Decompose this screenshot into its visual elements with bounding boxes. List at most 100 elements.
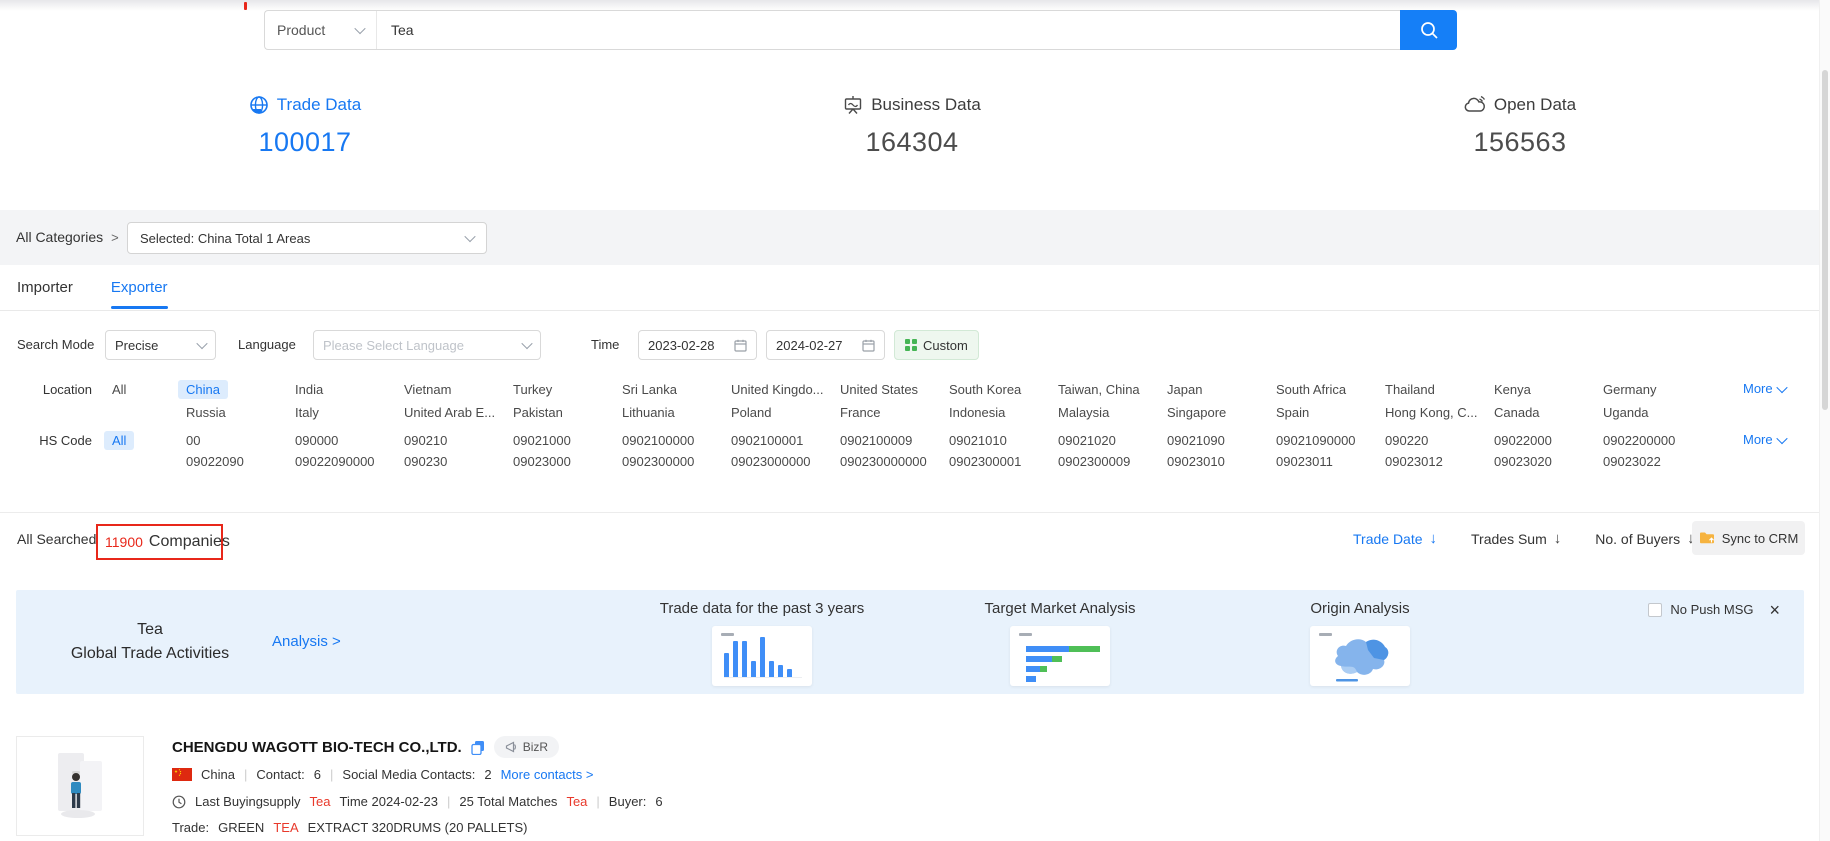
location-option[interactable]: Kenya [1494, 382, 1531, 399]
analysis-banner: Tea Global Trade Activities Analysis > T… [16, 590, 1804, 694]
tabs-divider [0, 310, 1830, 311]
hs-code-option[interactable]: 09022090 [186, 454, 244, 469]
close-icon[interactable]: × [1769, 603, 1780, 617]
sort-button[interactable]: Trades Sum ↓ [1471, 530, 1561, 547]
location-option[interactable]: Hong Kong, C... [1385, 405, 1478, 420]
location-option[interactable]: United Kingdo... [731, 382, 824, 399]
location-option[interactable]: Lithuania [622, 405, 675, 420]
hs-code-option[interactable]: 0902100001 [731, 433, 803, 448]
hs-code-option[interactable]: 09022090000 [295, 454, 375, 469]
location-option[interactable]: Japan [1167, 382, 1202, 399]
location-option[interactable]: Canada [1494, 405, 1540, 420]
result-count-annotation: 11900 Companies [96, 524, 223, 560]
location-option[interactable]: Russia [186, 405, 226, 420]
location-option[interactable]: Pakistan [513, 405, 563, 420]
hs-code-option[interactable]: 09021020 [1058, 433, 1116, 448]
location-all-option[interactable]: All [112, 382, 126, 397]
language-select[interactable]: Please Select Language [313, 330, 541, 360]
hs-code-option[interactable]: 090220 [1385, 433, 1428, 448]
date-from-input[interactable]: 2023-02-28 [638, 330, 757, 360]
location-option[interactable]: India [295, 382, 323, 399]
hs-code-option[interactable]: 0902300001 [949, 454, 1021, 469]
tab[interactable]: Exporter [111, 279, 168, 309]
bizr-badge[interactable]: BizR [494, 736, 559, 758]
search-mode-select[interactable]: Precise [105, 330, 216, 360]
search-input[interactable] [377, 22, 1400, 38]
location-option[interactable]: Singapore [1167, 405, 1226, 420]
chevron-right-icon: > [111, 230, 119, 245]
no-push-checkbox[interactable] [1648, 603, 1662, 617]
hs-code-option[interactable]: 0902100009 [840, 433, 912, 448]
all-categories-button[interactable]: All Categories > [16, 229, 119, 245]
search-button[interactable] [1400, 10, 1457, 50]
location-option[interactable]: Spain [1276, 405, 1309, 420]
hs-code-option[interactable]: 090210 [404, 433, 447, 448]
hs-code-option[interactable]: 00 [186, 433, 200, 448]
hs-code-option[interactable]: 090230000000 [840, 454, 927, 469]
stat-business-data[interactable]: Business Data 164304 [782, 95, 1042, 158]
hs-code-option[interactable]: 09022000 [1494, 433, 1552, 448]
hs-code-option[interactable]: 09023020 [1494, 454, 1552, 469]
company-name[interactable]: CHENGDU WAGOTT BIO-TECH CO.,LTD. [172, 739, 462, 756]
location-option[interactable]: Uganda [1603, 405, 1649, 420]
scrollbar-thumb[interactable] [1822, 70, 1828, 410]
location-option[interactable]: Thailand [1385, 382, 1435, 399]
hs-code-all-option[interactable]: All [104, 431, 134, 450]
hs-code-option[interactable]: 090000 [295, 433, 338, 448]
hs-code-option[interactable]: 09023022 [1603, 454, 1661, 469]
trade-label: Trade: [172, 820, 209, 835]
location-option[interactable]: United Arab E... [404, 405, 495, 420]
sort-button[interactable]: Trade Date ↓ [1353, 530, 1437, 547]
cloud-icon [1464, 95, 1486, 115]
location-option[interactable]: Indonesia [949, 405, 1005, 420]
location-option[interactable]: South Korea [949, 382, 1021, 399]
location-option[interactable]: South Africa [1276, 382, 1346, 399]
hs-code-option[interactable]: 09023012 [1385, 454, 1443, 469]
analysis-link[interactable]: Analysis > [272, 633, 341, 650]
hs-code-option[interactable]: 09023000000 [731, 454, 811, 469]
location-option[interactable]: Italy [295, 405, 319, 420]
tab[interactable]: Importer [17, 279, 73, 309]
hs-code-option[interactable]: 0902300000 [622, 454, 694, 469]
location-option[interactable]: China [178, 380, 228, 399]
stat-open-data[interactable]: Open Data 156563 [1390, 95, 1650, 158]
location-option[interactable]: Poland [731, 405, 771, 420]
hs-code-option[interactable]: 09021000 [513, 433, 571, 448]
location-option[interactable]: France [840, 405, 880, 420]
hs-code-option[interactable]: 0902200000 [1603, 433, 1675, 448]
selected-areas-dropdown[interactable]: Selected: China Total 1 Areas [127, 222, 487, 254]
hs-code-option[interactable]: 0902300009 [1058, 454, 1130, 469]
hs-code-option[interactable]: 09023000 [513, 454, 571, 469]
sync-to-crm-button[interactable]: Sync to CRM [1692, 521, 1805, 555]
location-option[interactable]: Germany [1603, 382, 1656, 399]
date-to-input[interactable]: 2024-02-27 [766, 330, 885, 360]
stat-trade-data[interactable]: Trade Data 100017 [175, 95, 435, 158]
location-option[interactable]: Taiwan, China [1058, 382, 1140, 399]
origin-analysis-card[interactable] [1310, 626, 1410, 686]
hs-code-option[interactable]: 09023011 [1276, 454, 1333, 469]
location-option[interactable]: Vietnam [404, 382, 451, 399]
trade-data-chart-card[interactable] [712, 626, 812, 686]
more-contacts-link[interactable]: More contacts > [501, 767, 594, 782]
hs-code-option[interactable]: 09021090000 [1276, 433, 1356, 448]
search-category-select[interactable]: Product [265, 11, 377, 49]
location-option[interactable]: Sri Lanka [622, 382, 677, 399]
divider: | [447, 794, 450, 809]
hs-code-option[interactable]: 0902100000 [622, 433, 694, 448]
scrollbar-track[interactable] [1819, 0, 1830, 841]
china-flag-icon [172, 768, 192, 781]
custom-time-button[interactable]: Custom [894, 330, 979, 360]
hs-code-option[interactable]: 09021010 [949, 433, 1007, 448]
location-more-button[interactable]: More [1743, 381, 1786, 396]
sort-button[interactable]: No. of Buyers ↓ [1595, 530, 1694, 547]
target-market-chart-card[interactable] [1010, 626, 1110, 686]
hs-code-more-button[interactable]: More [1743, 432, 1786, 447]
location-option[interactable]: Malaysia [1058, 405, 1109, 420]
hs-code-option[interactable]: 09023010 [1167, 454, 1225, 469]
location-option[interactable]: United States [840, 382, 918, 399]
red-marker [244, 2, 247, 10]
hs-code-option[interactable]: 09021090 [1167, 433, 1225, 448]
copy-icon[interactable] [471, 740, 485, 755]
hs-code-option[interactable]: 090230 [404, 454, 447, 469]
location-option[interactable]: Turkey [513, 382, 552, 399]
